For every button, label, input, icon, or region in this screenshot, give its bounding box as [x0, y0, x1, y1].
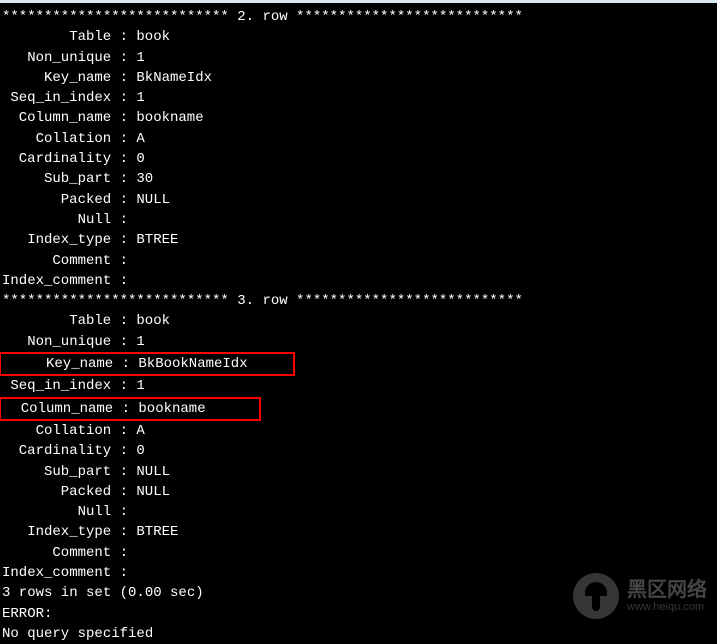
label-seq-in-index: Seq_in_index: [2, 88, 111, 108]
value-row3-packed: NULL: [136, 482, 170, 502]
label-column-name: Column_name: [2, 108, 111, 128]
value-row3-column-name: bookname: [138, 399, 256, 419]
partial-line: No query specified: [2, 624, 715, 644]
row3-index-comment: Index_comment:: [2, 563, 715, 583]
row2-key-name: Key_name:BkNameIdx: [2, 68, 715, 88]
label-packed: Packed: [2, 482, 111, 502]
row3-seq-in-index: Seq_in_index:1: [2, 376, 715, 396]
value-row3-non-unique: 1: [136, 332, 144, 352]
value-row3-collation: A: [136, 421, 144, 441]
label-key-name: Key_name: [2, 68, 111, 88]
label-table: Table: [2, 311, 111, 331]
row-3-header: *************************** 3. row *****…: [2, 291, 715, 311]
row3-null: Null:: [2, 502, 715, 522]
label-non-unique: Non_unique: [2, 48, 111, 68]
value-row2-non-unique: 1: [136, 48, 144, 68]
row2-sub-part: Sub_part:30: [2, 169, 715, 189]
row3-key-name: Key_name:BkBookNameIdx: [2, 352, 715, 376]
status-line: 3 rows in set (0.00 sec): [2, 583, 715, 603]
value-row2-packed: NULL: [136, 190, 170, 210]
value-row3-index-type: BTREE: [136, 522, 178, 542]
value-row2-table: book: [136, 27, 170, 47]
label-collation: Collation: [2, 421, 111, 441]
value-row3-seq-in-index: 1: [136, 376, 144, 396]
highlight-column-name: Column_name:bookname: [0, 397, 261, 421]
row2-null: Null:: [2, 210, 715, 230]
label-key-name: Key_name: [4, 354, 113, 374]
value-row2-collation: A: [136, 129, 144, 149]
value-row3-table: book: [136, 311, 170, 331]
label-comment: Comment: [2, 251, 111, 271]
row3-packed: Packed:NULL: [2, 482, 715, 502]
value-row3-sub-part: NULL: [136, 462, 170, 482]
label-column-name: Column_name: [4, 399, 113, 419]
row2-index-type: Index_type:BTREE: [2, 230, 715, 250]
label-sub-part: Sub_part: [2, 462, 111, 482]
row-2-header: *************************** 2. row *****…: [2, 7, 715, 27]
value-row2-index-type: BTREE: [136, 230, 178, 250]
row2-table: Table:book: [2, 27, 715, 47]
label-index-type: Index_type: [2, 522, 111, 542]
label-null: Null: [2, 502, 111, 522]
label-index-comment: Index_comment: [2, 563, 111, 583]
label-cardinality: Cardinality: [2, 149, 111, 169]
row2-column-name: Column_name:bookname: [2, 108, 715, 128]
value-row3-cardinality: 0: [136, 441, 144, 461]
highlight-key-name: Key_name:BkBookNameIdx: [0, 352, 295, 376]
row2-index-comment: Index_comment:: [2, 271, 715, 291]
label-seq-in-index: Seq_in_index: [2, 376, 111, 396]
row3-cardinality: Cardinality:0: [2, 441, 715, 461]
error-label: ERROR:: [2, 604, 715, 624]
row3-collation: Collation:A: [2, 421, 715, 441]
value-row2-column-name: bookname: [136, 108, 203, 128]
row2-non-unique: Non_unique:1: [2, 48, 715, 68]
label-table: Table: [2, 27, 111, 47]
label-sub-part: Sub_part: [2, 169, 111, 189]
row3-index-type: Index_type:BTREE: [2, 522, 715, 542]
value-row3-key-name: BkBookNameIdx: [138, 354, 289, 374]
row3-sub-part: Sub_part:NULL: [2, 462, 715, 482]
value-row2-seq-in-index: 1: [136, 88, 144, 108]
row3-table: Table:book: [2, 311, 715, 331]
row2-collation: Collation:A: [2, 129, 715, 149]
label-index-comment: Index_comment: [2, 271, 111, 291]
label-cardinality: Cardinality: [2, 441, 111, 461]
label-comment: Comment: [2, 543, 111, 563]
row3-non-unique: Non_unique:1: [2, 332, 715, 352]
value-row2-key-name: BkNameIdx: [136, 68, 212, 88]
label-null: Null: [2, 210, 111, 230]
value-row2-cardinality: 0: [136, 149, 144, 169]
row2-comment: Comment:: [2, 251, 715, 271]
label-index-type: Index_type: [2, 230, 111, 250]
row2-seq-in-index: Seq_in_index:1: [2, 88, 715, 108]
label-packed: Packed: [2, 190, 111, 210]
row3-column-name: Column_name:bookname: [2, 397, 715, 421]
row2-cardinality: Cardinality:0: [2, 149, 715, 169]
row2-packed: Packed:NULL: [2, 190, 715, 210]
label-collation: Collation: [2, 129, 111, 149]
value-row2-sub-part: 30: [136, 169, 153, 189]
label-non-unique: Non_unique: [2, 332, 111, 352]
row3-comment: Comment:: [2, 543, 715, 563]
